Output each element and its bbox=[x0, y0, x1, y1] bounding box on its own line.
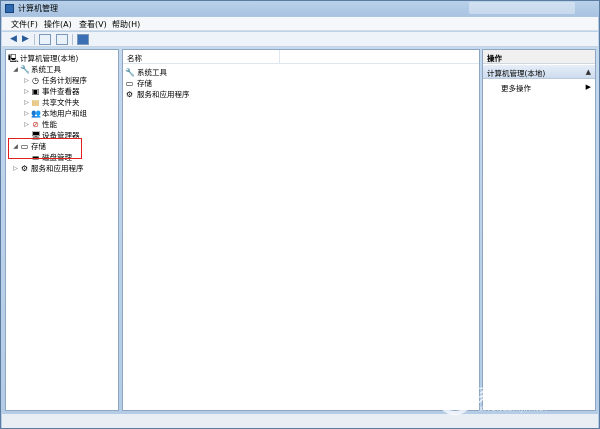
menu-bar: 文件(F) 操作(A) 查看(V) 帮助(H) bbox=[2, 17, 598, 31]
menu-file[interactable]: 文件(F) bbox=[11, 19, 38, 30]
storage-highlight-box bbox=[8, 138, 82, 159]
toolbar: ◀ ▶ bbox=[2, 32, 598, 47]
services-icon: ⚙ bbox=[20, 164, 29, 173]
shared-folder-icon: ▤ bbox=[31, 98, 40, 107]
export-icon[interactable] bbox=[56, 34, 68, 45]
watermark-text: 系统之家 bbox=[477, 385, 558, 407]
more-actions-link[interactable]: 更多操作 bbox=[501, 83, 531, 94]
list-item-label: 服务和应用程序 bbox=[137, 90, 190, 99]
computer-management-window: 计算机管理 文件(F) 操作(A) 查看(V) 帮助(H) ◀ ▶ 🖳 计算机管… bbox=[0, 0, 600, 429]
results-list[interactable]: 名称 🔧 系统工具 ▭ 存储 ⚙ 服务和应用程序 bbox=[122, 49, 480, 411]
title-bar: 计算机管理 bbox=[1, 1, 599, 16]
submenu-arrow-icon[interactable]: ▶ bbox=[586, 83, 591, 91]
tree-item-label: 本地用户和组 bbox=[42, 109, 87, 118]
computer-management-icon: 🖳 bbox=[8, 54, 19, 63]
storage-icon: ▭ bbox=[125, 79, 134, 88]
tree-item-label: 计算机管理(本地) bbox=[20, 54, 79, 63]
expand-icon[interactable]: ▷ bbox=[23, 97, 30, 108]
column-separator[interactable] bbox=[279, 50, 280, 64]
help-icon[interactable] bbox=[77, 34, 89, 45]
toolbar-separator bbox=[72, 34, 73, 45]
collapse-icon[interactable]: ▲ bbox=[586, 68, 591, 76]
clock-icon: ◷ bbox=[32, 76, 39, 85]
tree-item-label: 任务计划程序 bbox=[42, 76, 87, 85]
expand-icon[interactable]: ▷ bbox=[23, 119, 30, 130]
forward-arrow-icon[interactable]: ▶ bbox=[20, 34, 31, 45]
users-icon: 👥 bbox=[31, 109, 41, 118]
tree-item-label: 服务和应用程序 bbox=[31, 164, 84, 173]
actions-section[interactable]: 计算机管理(本地) ▲ bbox=[483, 65, 595, 79]
column-header-name[interactable]: 名称 bbox=[127, 53, 142, 64]
collapse-icon[interactable]: ◢ bbox=[12, 64, 19, 75]
performance-icon: ⊘ bbox=[32, 120, 39, 129]
services-icon: ⚙ bbox=[125, 90, 134, 99]
tools-icon: 🔧 bbox=[125, 68, 135, 77]
list-item-label: 存储 bbox=[137, 79, 152, 88]
actions-pane: 操作 计算机管理(本地) ▲ 更多操作 ▶ bbox=[482, 49, 596, 411]
actions-title: 操作 bbox=[487, 54, 502, 63]
back-arrow-icon[interactable]: ◀ bbox=[8, 34, 19, 45]
tree-item-label: 共享文件夹 bbox=[42, 98, 80, 107]
computer-management-icon bbox=[5, 4, 14, 13]
event-viewer-icon: ▣ bbox=[31, 87, 40, 96]
expand-icon[interactable]: ▷ bbox=[23, 108, 30, 119]
tree-item-label: 性能 bbox=[42, 120, 57, 129]
list-header: 名称 bbox=[123, 50, 479, 64]
actions-section-label: 计算机管理(本地) bbox=[487, 69, 546, 78]
toolbar-separator bbox=[34, 34, 35, 45]
menu-view[interactable]: 查看(V) bbox=[79, 19, 107, 30]
show-tree-icon[interactable] bbox=[39, 34, 51, 45]
actions-header: 操作 bbox=[483, 50, 595, 64]
tree-item-label: 系统工具 bbox=[31, 65, 61, 74]
window-controls[interactable] bbox=[469, 2, 575, 14]
menu-help[interactable]: 帮助(H) bbox=[112, 19, 140, 30]
watermark-swirl-icon bbox=[437, 381, 473, 415]
expand-icon[interactable]: ▷ bbox=[12, 163, 19, 174]
tools-icon: 🔧 bbox=[20, 65, 30, 74]
watermark-logo: 系统之家 XITONGZHIJIA.NET bbox=[437, 379, 595, 419]
expand-icon[interactable]: ▷ bbox=[23, 75, 30, 86]
console-tree[interactable]: 🖳 计算机管理(本地) ◢ 🔧 系统工具 ▷ ◷ 任务计划程序 ▷ ▣ 事件查看… bbox=[5, 49, 119, 411]
watermark-subtext: XITONGZHIJIA.NET bbox=[479, 405, 549, 413]
list-item-label: 系统工具 bbox=[137, 68, 167, 77]
expand-icon[interactable]: ▷ bbox=[23, 86, 30, 97]
tree-item-label: 事件查看器 bbox=[42, 87, 80, 96]
window-title: 计算机管理 bbox=[18, 4, 58, 13]
menu-action[interactable]: 操作(A) bbox=[44, 19, 72, 30]
